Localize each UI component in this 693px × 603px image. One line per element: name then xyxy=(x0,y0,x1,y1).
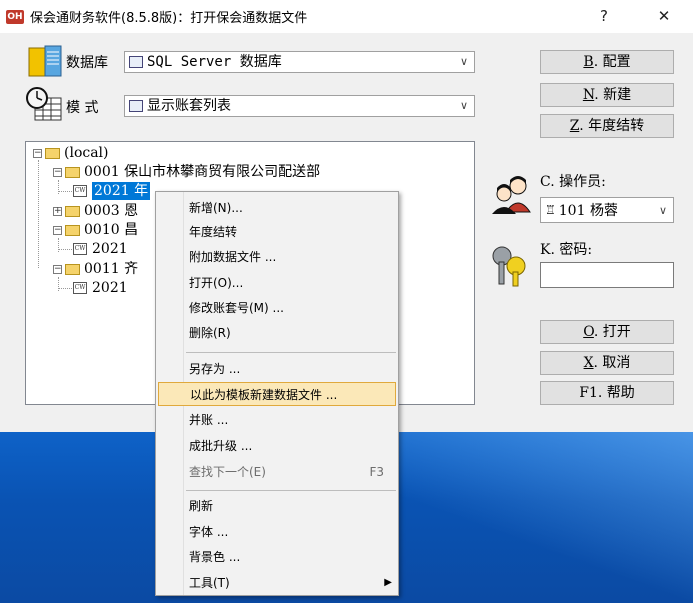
menu-item-find-next: 查找下一个(E) F3 xyxy=(184,460,398,484)
new-button[interactable]: N. 新建 xyxy=(540,83,674,107)
open-button[interactable]: O. 打开 xyxy=(540,320,674,344)
menu-item-refresh[interactable]: 刷新 xyxy=(184,494,398,518)
key-icon xyxy=(492,246,526,287)
folder-icon xyxy=(45,147,60,159)
user-icon: ♖ xyxy=(545,203,556,217)
sql-server-icon xyxy=(129,56,143,68)
menu-item-tools[interactable]: 工具(T) ▶ xyxy=(184,571,398,595)
window-title: 保会通财务软件(8.5.8版)：打开保会通数据文件 xyxy=(30,11,308,26)
tree-node-label: 2021 xyxy=(92,241,128,257)
operator-label: C. 操作员: xyxy=(540,174,606,190)
operator-select-value: 101 杨蓉 xyxy=(558,203,618,219)
mode-select[interactable]: 显示账套列表 ∨ xyxy=(124,95,475,117)
account-file-icon: CW xyxy=(73,243,87,255)
tree-node-0001[interactable]: − 0001 保山市林攀商贸有限公司配送部 xyxy=(53,163,320,181)
database-icon xyxy=(28,45,62,77)
title-bar: OH 保会通财务软件(8.5.8版)：打开保会通数据文件 ? ✕ xyxy=(0,0,693,33)
cancel-button[interactable]: X. 取消 xyxy=(540,351,674,375)
collapse-icon[interactable]: − xyxy=(53,264,62,274)
shortcut-label: F3 xyxy=(369,465,384,479)
menu-item-change-account-number[interactable]: 修改账套号(M) ... xyxy=(184,296,398,320)
menu-item-merge-accounts[interactable]: 并账 ... xyxy=(184,408,398,432)
tree-node-label: 0011 齐 xyxy=(84,261,139,277)
collapse-icon[interactable]: − xyxy=(53,167,62,177)
folder-open-icon xyxy=(65,166,80,178)
menu-separator xyxy=(186,490,396,491)
year-end-button[interactable]: Z. 年度结转 xyxy=(540,114,674,138)
menu-item-delete[interactable]: 删除(R) xyxy=(184,321,398,345)
tree-node-0010[interactable]: − 0010 昌 xyxy=(53,221,138,239)
menu-item-batch-upgrade[interactable]: 成批升级 ... xyxy=(184,434,398,458)
password-label: K. 密码: xyxy=(540,242,593,258)
tree-node-label-selected: 2021 年 xyxy=(92,182,151,200)
tree-node-label: 0003 恩 xyxy=(84,203,139,219)
database-label: 数据库 xyxy=(66,55,108,71)
account-file-icon: CW xyxy=(73,282,87,294)
collapse-icon[interactable]: − xyxy=(33,148,42,158)
desktop-glow xyxy=(380,432,693,603)
mode-select-value: 显示账套列表 xyxy=(147,98,231,114)
menu-item-attach-data-file[interactable]: 附加数据文件 ... xyxy=(184,245,398,269)
menu-item-new[interactable]: 新增(N)... xyxy=(184,196,398,220)
account-file-icon: CW xyxy=(73,185,87,197)
tree-node-label: 0010 昌 xyxy=(84,222,139,238)
menu-item-year-end[interactable]: 年度结转 xyxy=(184,220,398,244)
operator-select[interactable]: ♖ 101 杨蓉 ∨ xyxy=(540,197,674,223)
folder-icon xyxy=(65,205,80,217)
context-menu: 新增(N)... 年度结转 附加数据文件 ... 打开(O)... 修改账套号(… xyxy=(155,191,399,596)
menu-item-open[interactable]: 打开(O)... xyxy=(184,271,398,295)
chevron-down-icon: ∨ xyxy=(459,55,468,68)
tree-node-label: (local) xyxy=(64,145,109,161)
help-title-button[interactable]: ? xyxy=(581,0,627,33)
database-select-value: SQL Server 数据库 xyxy=(147,54,282,70)
tree-node-0003[interactable]: + 0003 恩 xyxy=(53,202,138,220)
tree-node-0001-2021[interactable]: CW 2021 年 xyxy=(73,182,151,200)
close-button[interactable]: ✕ xyxy=(641,0,687,33)
tree-node-0010-2021[interactable]: CW 2021 xyxy=(73,240,128,258)
help-button[interactable]: F1. 帮助 xyxy=(540,381,674,405)
list-view-icon xyxy=(129,100,143,112)
tree-node-0011[interactable]: − 0011 齐 xyxy=(53,260,138,278)
folder-open-icon xyxy=(65,263,80,275)
config-button[interactable]: B. 配置 xyxy=(540,50,674,74)
folder-open-icon xyxy=(65,224,80,236)
menu-item-new-from-template[interactable]: 以此为模板新建数据文件 ... xyxy=(158,382,396,406)
menu-item-save-as[interactable]: 另存为 ... xyxy=(184,357,398,381)
app-icon: OH xyxy=(6,9,24,24)
chevron-down-icon: ∨ xyxy=(459,99,468,112)
collapse-icon[interactable]: − xyxy=(53,225,62,235)
chevron-down-icon: ∨ xyxy=(658,203,667,217)
tree-node-0011-2021[interactable]: CW 2021 xyxy=(73,279,128,297)
menu-item-font[interactable]: 字体 ... xyxy=(184,520,398,544)
tree-node-root[interactable]: − (local) xyxy=(33,144,109,162)
tree-node-label: 0001 保山市林攀商贸有限公司配送部 xyxy=(84,164,321,180)
clock-icon xyxy=(26,87,62,121)
menu-item-background-color[interactable]: 背景色 ... xyxy=(184,545,398,569)
mode-label: 模 式 xyxy=(66,100,99,116)
menu-separator xyxy=(186,352,396,353)
database-select[interactable]: SQL Server 数据库 ∨ xyxy=(124,51,475,73)
submenu-arrow-icon: ▶ xyxy=(384,577,392,588)
tree-node-label: 2021 xyxy=(92,280,128,296)
operator-icon xyxy=(492,176,531,214)
password-input[interactable] xyxy=(540,262,674,288)
expand-icon[interactable]: + xyxy=(53,206,62,216)
